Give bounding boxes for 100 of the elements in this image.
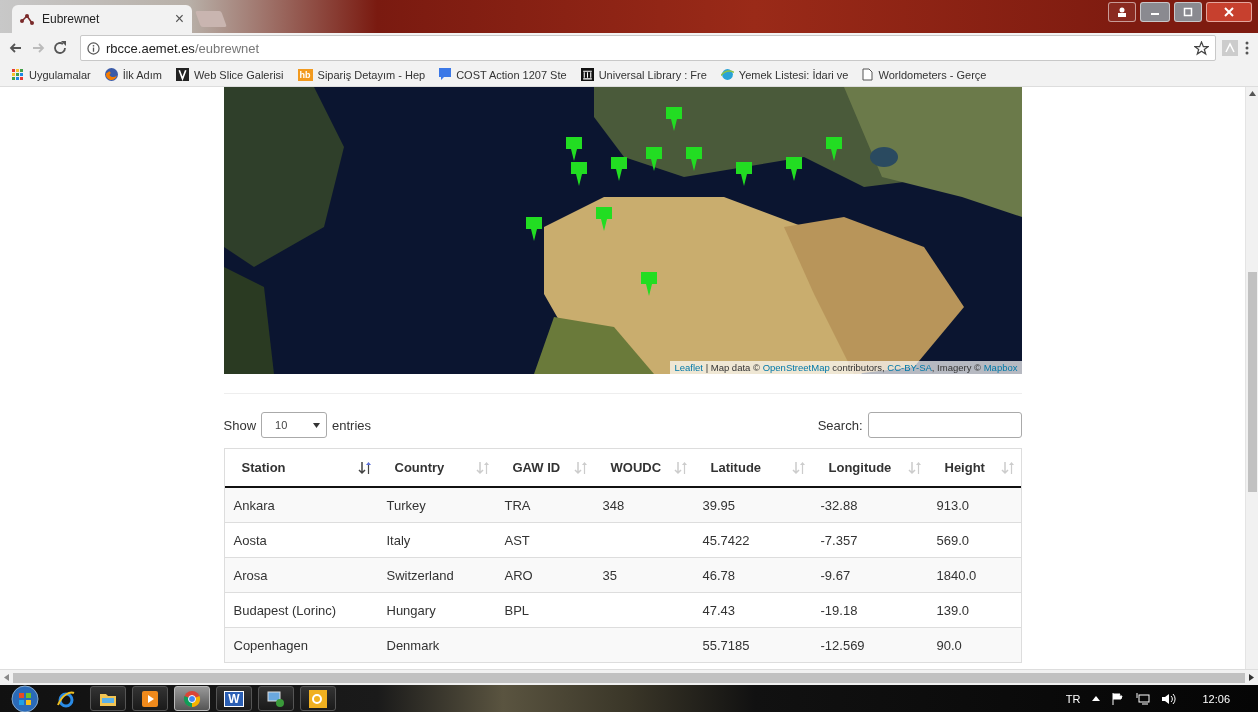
sort-icon[interactable] xyxy=(357,460,372,475)
table-cell-text: Italy xyxy=(385,531,412,550)
bookmark-link[interactable]: İlk Adım xyxy=(104,68,162,81)
bookmark-link[interactable]: Web Slice Galerisi xyxy=(175,68,284,81)
table-cell-text: AST xyxy=(503,531,531,550)
monitor-icon xyxy=(267,690,285,707)
attribution-link[interactable]: Leaflet xyxy=(674,362,703,373)
bookmark-link[interactable]: Yemek Listesi: İdari ve xyxy=(720,68,849,81)
column-header[interactable]: Height xyxy=(927,449,1021,486)
close-tab-button[interactable]: × xyxy=(174,10,184,28)
table-cell-text: 913.0 xyxy=(935,496,971,515)
slice-icon xyxy=(175,68,189,81)
flag-icon[interactable] xyxy=(1112,692,1125,705)
scroll-left-icon[interactable] xyxy=(4,674,9,681)
map-attribution: Leaflet | Map data © OpenStreetMap contributors, CC-BY-SA, Imagery © Mapbox xyxy=(670,361,1022,374)
mail-icon xyxy=(309,689,327,708)
table-cell-text: 39.95 xyxy=(701,496,737,515)
show-label: Show xyxy=(223,417,257,433)
table-cell-text: Hungary xyxy=(385,601,437,620)
language-indicator[interactable]: TR xyxy=(1065,692,1081,705)
search-field[interactable] xyxy=(867,412,1022,438)
table-cell-text: 35 xyxy=(601,566,618,585)
bookmark-link[interactable]: Worldometers - Gerçe xyxy=(862,68,987,81)
scroll-up-icon[interactable] xyxy=(1248,91,1256,96)
url-text: rbcce.aemet.es/eubrewnet xyxy=(106,40,261,56)
clock[interactable]: 12:06 xyxy=(1202,692,1230,705)
profile-button[interactable] xyxy=(1108,2,1136,22)
person-icon xyxy=(1117,7,1127,17)
info-icon xyxy=(87,41,100,55)
table-cell-text: Budapest (Lorinc) xyxy=(232,601,338,620)
table-cell-text: Ankara xyxy=(232,496,276,515)
attribution-link[interactable]: OpenStreetMap xyxy=(762,362,830,373)
network-icon[interactable] xyxy=(1136,692,1151,705)
fox-globe-icon xyxy=(104,68,118,81)
entries-select[interactable]: 10 xyxy=(261,412,328,438)
bookmark-link[interactable]: Universal Library : Fre xyxy=(580,68,707,81)
table-cell-text: -32.88 xyxy=(819,496,859,515)
star-icon[interactable] xyxy=(1194,40,1209,56)
menu-icon[interactable] xyxy=(1244,40,1250,56)
table-cell-text: Copenhagen xyxy=(232,636,309,655)
table-cell-text: 569.0 xyxy=(935,531,971,550)
table-cell-text: 1840.0 xyxy=(935,566,978,585)
close-button[interactable] xyxy=(1206,2,1252,22)
columns-icon xyxy=(580,68,594,81)
table-cell-text: -7.357 xyxy=(819,531,859,550)
search-label: Search: xyxy=(817,417,863,433)
column-header[interactable]: Latitude xyxy=(693,449,812,486)
reload-icon[interactable] xyxy=(52,40,68,56)
table-cell-text: Switzerland xyxy=(385,566,455,585)
apps-grid-icon xyxy=(12,68,24,81)
table-cell-text: Turkey xyxy=(385,496,427,515)
chat-icon xyxy=(439,68,452,81)
column-header[interactable]: Longitude xyxy=(811,449,928,486)
table-cell-text: 47.43 xyxy=(701,601,737,620)
caret-icon xyxy=(313,422,321,428)
taskbar-button[interactable]: W xyxy=(216,686,252,711)
maximize-icon xyxy=(1183,7,1193,17)
taskbar-button[interactable] xyxy=(90,686,126,711)
column-header[interactable]: Country xyxy=(377,449,496,486)
close-icon xyxy=(1224,7,1234,17)
tab-title: Eubrewnet xyxy=(42,12,101,26)
address-field[interactable]: rbcce.aemet.es/eubrewnet xyxy=(80,35,1216,61)
table-cell-text: Denmark xyxy=(385,636,441,655)
speaker-icon[interactable] xyxy=(1162,692,1177,705)
scroll-right-icon[interactable] xyxy=(1249,674,1254,681)
table-cell-text: 55.7185 xyxy=(701,636,751,655)
globe-icon xyxy=(720,68,734,81)
table-cell-text: -12.569 xyxy=(819,636,866,655)
table-cell-text: 139.0 xyxy=(935,601,971,620)
taskbar-button[interactable] xyxy=(300,686,336,711)
taskbar-button[interactable] xyxy=(258,686,294,711)
page-icon xyxy=(862,68,874,81)
scrollbar-thumb[interactable] xyxy=(1247,272,1257,492)
network-nodes-icon xyxy=(20,13,34,25)
table-cell-text: Arosa xyxy=(232,566,269,585)
scrollbar-thumb[interactable] xyxy=(13,672,1245,683)
table-cell-text: 90.0 xyxy=(935,636,963,655)
column-header[interactable]: WOUDC xyxy=(593,449,694,486)
maximize-button[interactable] xyxy=(1174,2,1202,22)
taskbar-button[interactable] xyxy=(132,686,168,711)
table-cell-text: ARO xyxy=(503,566,534,585)
table-cell-text: -19.18 xyxy=(819,601,859,620)
browser-tab[interactable]: Eubrewnet × xyxy=(12,5,192,33)
table-cell-text: -9.67 xyxy=(819,566,852,585)
table-cell-text: 45.7422 xyxy=(701,531,751,550)
table-cell-text: TRA xyxy=(503,496,532,515)
entries-label: entries xyxy=(332,417,372,433)
play-icon xyxy=(142,690,158,707)
bookmark-link[interactable]: COST Action 1207 Ste xyxy=(439,68,567,81)
bookmark-link[interactable]: Uygulamalar xyxy=(12,68,91,81)
table-cell-text: Aosta xyxy=(232,531,268,550)
tray-arrow-icon[interactable] xyxy=(1092,696,1101,701)
start-button[interactable] xyxy=(8,685,42,712)
chrome-icon xyxy=(183,689,201,708)
column-header[interactable]: Station xyxy=(224,449,378,486)
bookmark-link[interactable]: hb Sipariş Detayım - Hep xyxy=(297,68,426,81)
table-cell-text: BPL xyxy=(503,601,531,620)
ie-e-icon xyxy=(56,688,76,709)
column-header[interactable]: GAW ID xyxy=(495,449,594,486)
table-cell-text: 46.78 xyxy=(701,566,737,585)
